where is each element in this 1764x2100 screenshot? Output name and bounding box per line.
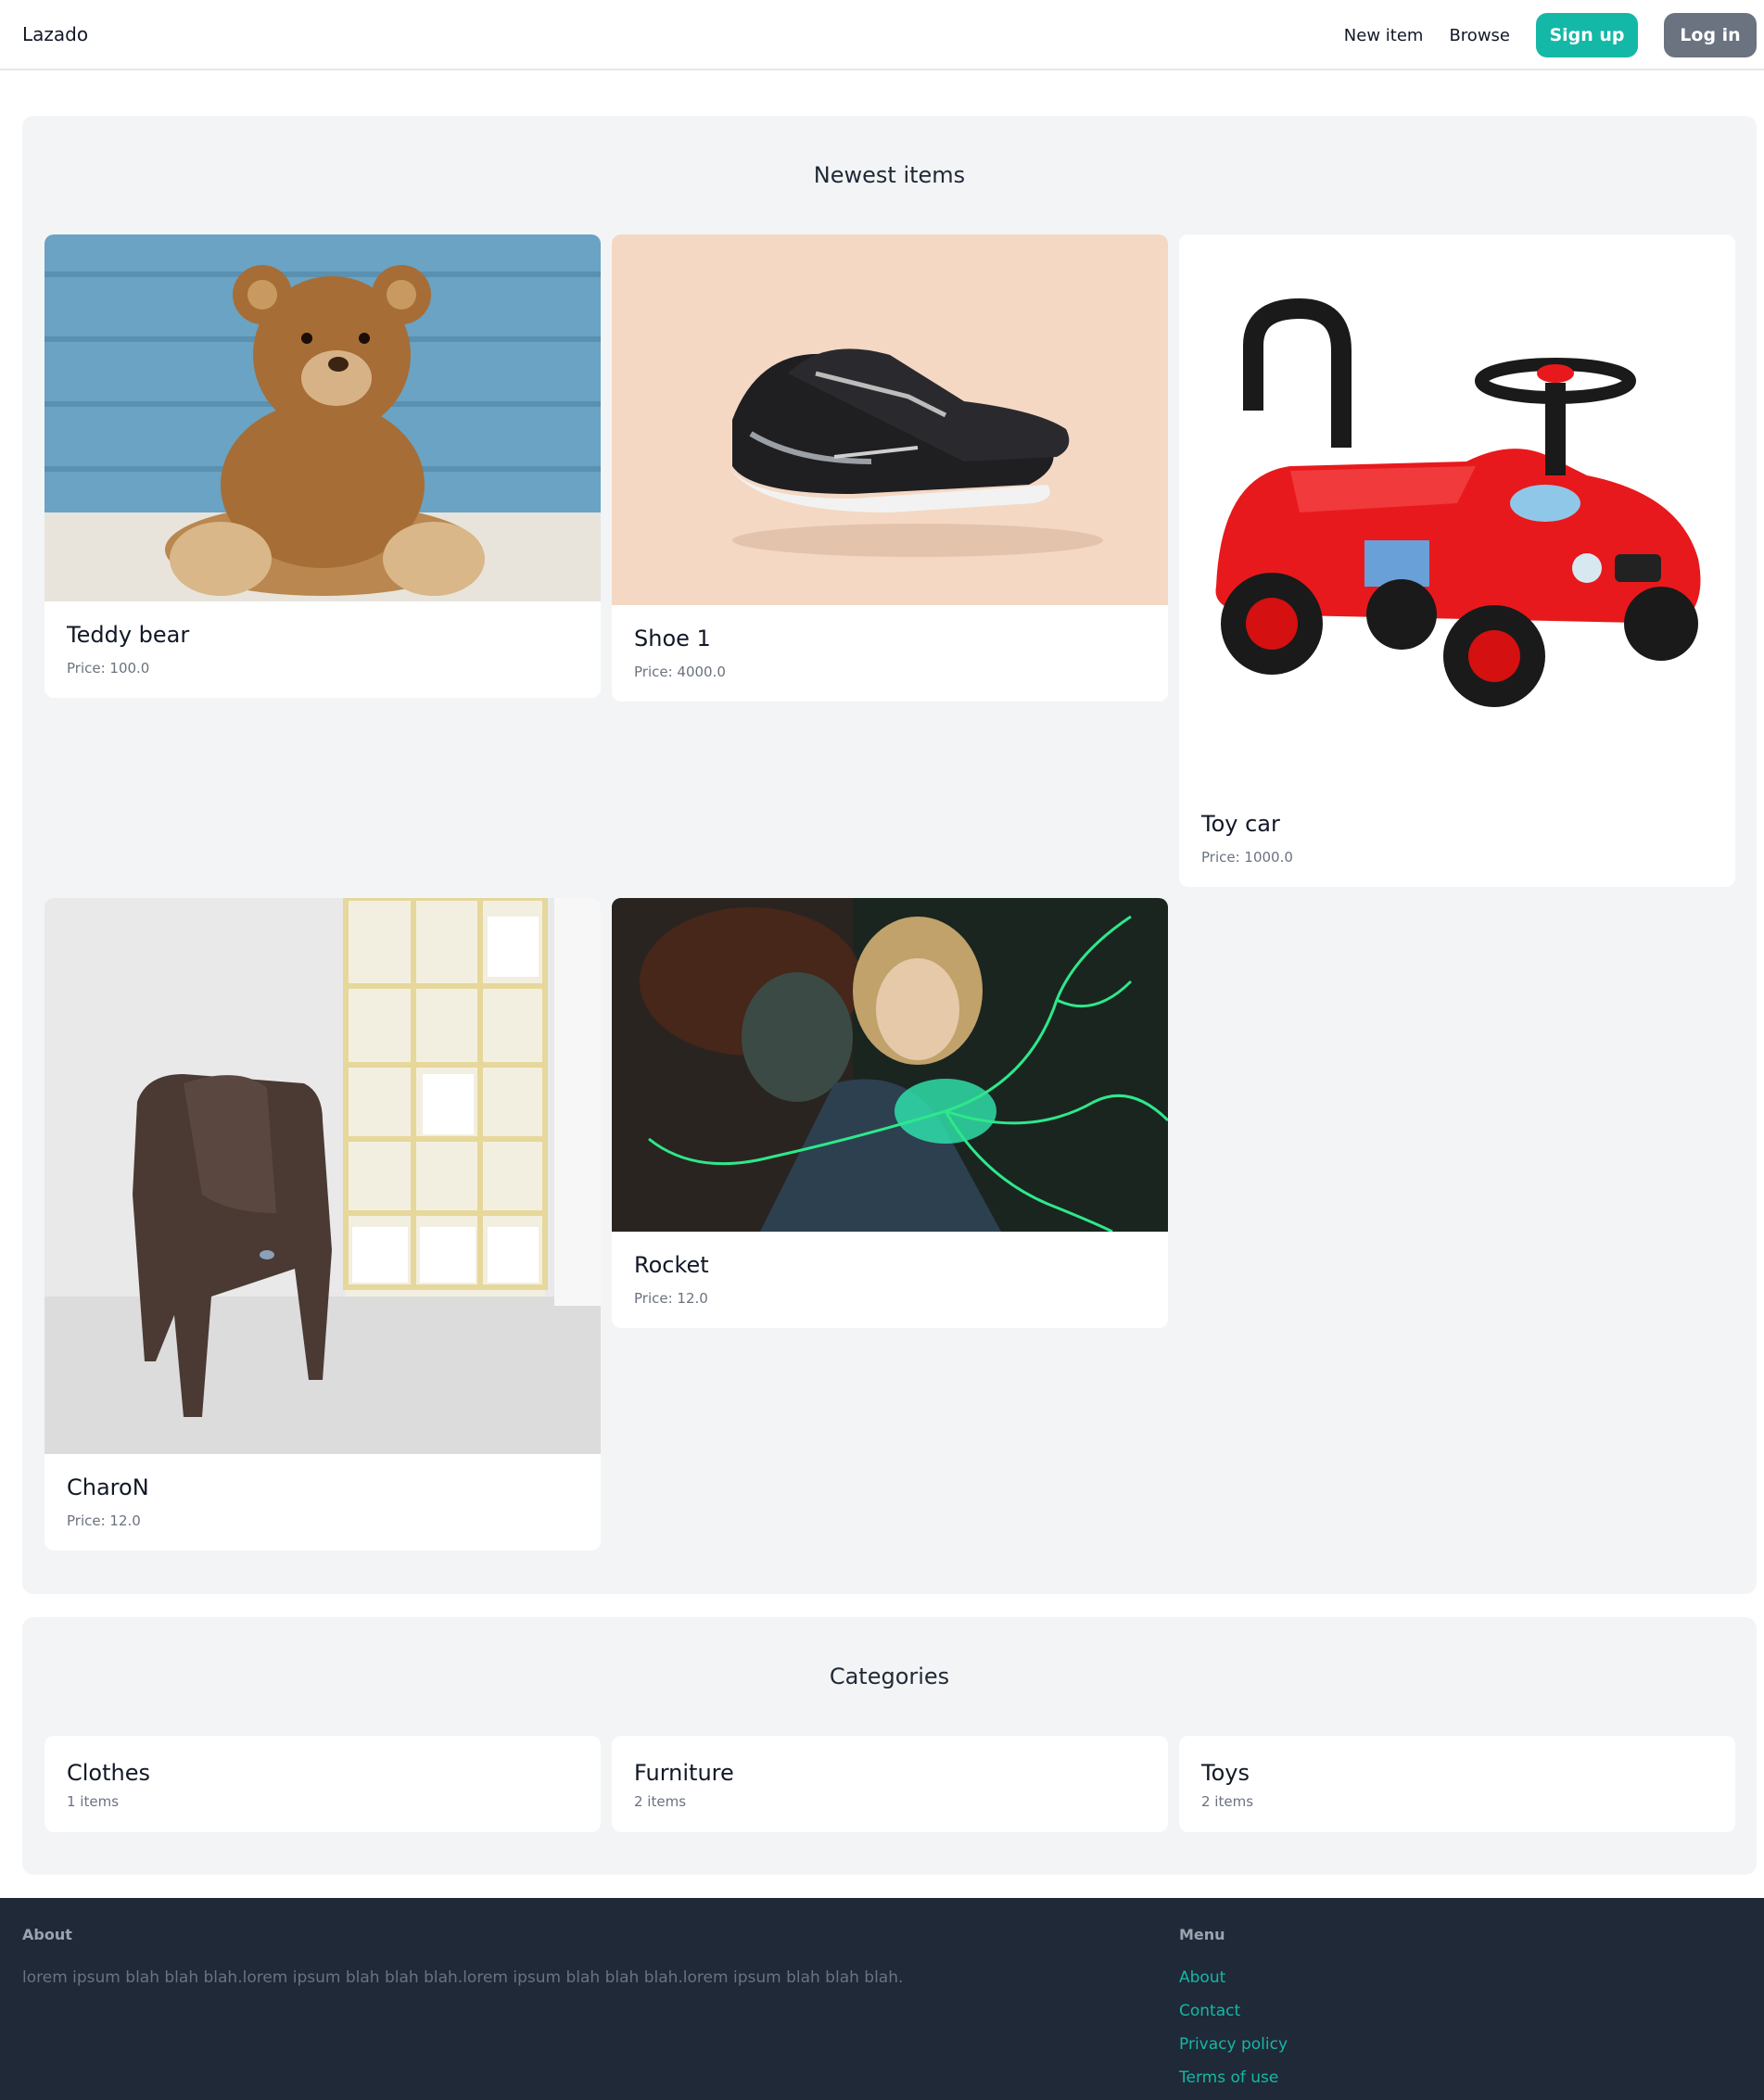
signup-button[interactable]: Sign up <box>1536 13 1638 57</box>
categories-section: Categories Clothes 1 items Furniture 2 i… <box>22 1617 1757 1875</box>
item-name: Rocket <box>634 1252 709 1278</box>
category-card-furniture[interactable]: Furniture 2 items <box>612 1736 1168 1832</box>
footer-link-contact[interactable]: Contact <box>1179 2002 1288 2035</box>
footer-about-heading: About <box>22 1926 72 1943</box>
toy-car-image <box>1179 234 1735 791</box>
item-name: Shoe 1 <box>634 626 711 652</box>
category-count: 1 items <box>67 1793 120 1810</box>
category-count: 2 items <box>634 1793 687 1810</box>
chair-image <box>44 898 601 1454</box>
item-price: Price: 4000.0 <box>634 664 726 680</box>
footer-menu: About Contact Privacy policy Terms of us… <box>1179 1968 1288 2100</box>
category-card-toys[interactable]: Toys 2 items <box>1179 1736 1735 1832</box>
footer-menu-heading: Menu <box>1179 1926 1225 1943</box>
newest-items-section: Newest items Teddy bear Price: 100.0 Sho… <box>22 116 1757 1594</box>
item-price: Price: 12.0 <box>634 1290 708 1307</box>
category-count: 2 items <box>1201 1793 1254 1810</box>
category-card-clothes[interactable]: Clothes 1 items <box>44 1736 601 1832</box>
footer-link-terms-of-use[interactable]: Terms of use <box>1179 2068 1288 2100</box>
item-name: Toy car <box>1201 811 1280 837</box>
item-name: Teddy bear <box>67 622 190 648</box>
nav-new-item-link[interactable]: New item <box>1344 26 1424 45</box>
item-card-rocket[interactable]: Rocket Price: 12.0 <box>612 898 1168 1328</box>
category-name: Furniture <box>634 1760 734 1786</box>
item-card-toy-car[interactable]: Toy car Price: 1000.0 <box>1179 234 1735 887</box>
footer-about-text: lorem ipsum blah blah blah.lorem ipsum b… <box>22 1968 904 1987</box>
brand-logo-link[interactable]: Lazado <box>22 23 88 45</box>
rocket-image <box>612 898 1168 1232</box>
item-price: Price: 1000.0 <box>1201 849 1293 866</box>
teddy-bear-image <box>44 234 601 601</box>
nav-links: New item Browse Sign up Log in <box>1344 13 1764 57</box>
footer-link-privacy-policy[interactable]: Privacy policy <box>1179 2035 1288 2068</box>
item-price: Price: 100.0 <box>67 660 150 677</box>
category-name: Toys <box>1201 1760 1250 1786</box>
item-card-teddy-bear[interactable]: Teddy bear Price: 100.0 <box>44 234 601 698</box>
newest-items-title: Newest items <box>813 162 966 188</box>
item-name: CharoN <box>67 1474 149 1500</box>
categories-title: Categories <box>829 1664 950 1689</box>
footer: About lorem ipsum blah blah blah.lorem i… <box>0 1898 1764 2100</box>
shoe-image <box>612 234 1168 605</box>
nav-browse-link[interactable]: Browse <box>1449 26 1510 45</box>
item-card-shoe-1[interactable]: Shoe 1 Price: 4000.0 <box>612 234 1168 702</box>
login-button[interactable]: Log in <box>1664 13 1757 57</box>
category-name: Clothes <box>67 1760 150 1786</box>
footer-link-about[interactable]: About <box>1179 1968 1288 2002</box>
top-navbar: Lazado New item Browse Sign up Log in <box>0 0 1764 70</box>
item-price: Price: 12.0 <box>67 1512 141 1529</box>
item-card-charon[interactable]: CharoN Price: 12.0 <box>44 898 601 1550</box>
